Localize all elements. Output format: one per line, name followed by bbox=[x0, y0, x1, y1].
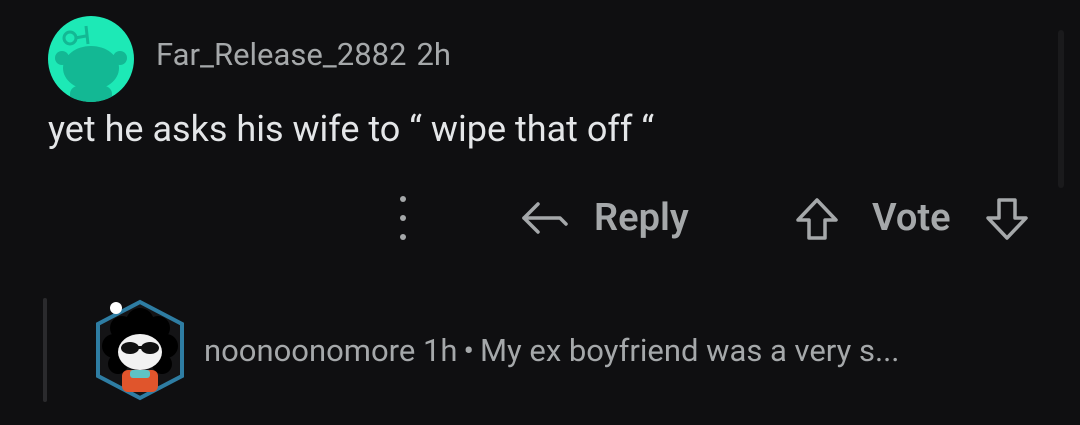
reply-avatar-icon[interactable] bbox=[92, 298, 188, 402]
reply-separator: • bbox=[463, 332, 474, 369]
comment-body: yet he asks his wife to “ wipe that off … bbox=[48, 108, 655, 150]
reply-preview-line[interactable]: noonoonomore 1h • My ex boyfriend was a ve… bbox=[204, 332, 899, 369]
more-dot bbox=[400, 234, 406, 240]
more-options-button[interactable] bbox=[388, 196, 418, 240]
upvote-arrow-icon bbox=[796, 198, 838, 240]
vote-label: Vote bbox=[872, 196, 951, 240]
reply-username[interactable]: noonoonomore bbox=[204, 332, 415, 369]
reply-arrow-icon bbox=[522, 202, 568, 234]
scrollbar[interactable] bbox=[1058, 30, 1064, 188]
downvote-arrow-icon bbox=[986, 198, 1028, 240]
user-avatar-snoo-icon[interactable] bbox=[48, 16, 134, 102]
more-dot bbox=[400, 215, 406, 221]
downvote-button[interactable] bbox=[984, 196, 1030, 242]
thread-line[interactable] bbox=[43, 298, 47, 402]
comment-author-line: Far_Release_2882 2h bbox=[156, 36, 451, 73]
comment-username[interactable]: Far_Release_2882 bbox=[156, 36, 406, 73]
upvote-button[interactable] bbox=[794, 196, 840, 242]
comment-timestamp: 2h bbox=[416, 36, 451, 73]
more-vertical-icon bbox=[400, 196, 406, 202]
reply-button[interactable]: Reply bbox=[520, 192, 689, 244]
reply-label: Reply bbox=[594, 196, 689, 240]
reply-timestamp: 1h bbox=[422, 332, 458, 369]
reply-preview-text: My ex boyfriend was a very s... bbox=[479, 332, 900, 369]
